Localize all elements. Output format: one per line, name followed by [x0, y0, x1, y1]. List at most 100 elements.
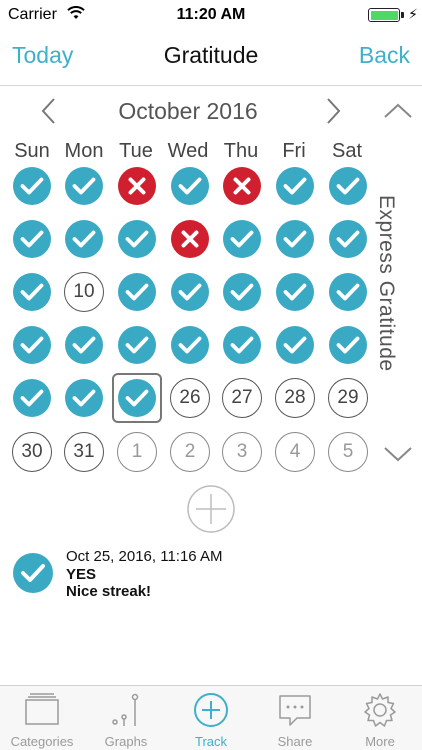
day-cell-check[interactable] [275, 272, 315, 312]
check-icon [276, 220, 314, 258]
chevron-down-icon[interactable] [382, 443, 414, 465]
check-icon [13, 379, 51, 417]
day-cell-check[interactable] [64, 166, 104, 206]
day-cell-check[interactable] [222, 272, 262, 312]
tab-share[interactable]: Share [253, 686, 337, 750]
weekday-label: Sun [14, 140, 50, 162]
check-icon [13, 273, 51, 311]
check-icon [65, 220, 103, 258]
day-cell-check[interactable] [328, 325, 368, 365]
day-cell-empty[interactable]: 3 [222, 432, 262, 472]
tab-label: Share [277, 734, 313, 749]
day-number: 27 [222, 378, 262, 418]
check-icon [276, 326, 314, 364]
day-cell-cross[interactable] [117, 166, 157, 206]
day-cell-check[interactable] [222, 325, 262, 365]
day-cell-check[interactable] [117, 219, 157, 259]
day-cell-empty[interactable]: 5 [328, 432, 368, 472]
day-cell-cross[interactable] [222, 166, 262, 206]
check-icon [329, 167, 367, 205]
day-cell-check[interactable] [275, 325, 315, 365]
check-icon [13, 220, 51, 258]
day-cell-check[interactable] [64, 219, 104, 259]
weekday-label: Thu [223, 140, 259, 162]
day-cell-empty[interactable]: 29 [328, 378, 368, 418]
tab-label: Track [194, 734, 228, 749]
express-gratitude-label[interactable]: Express Gratitude [364, 195, 398, 375]
day-cell-empty[interactable]: 30 [12, 432, 52, 472]
check-icon [223, 220, 261, 258]
calendar-grid: 10 26 27 28 29 30 31 1 2 3 4 5 [0, 166, 376, 472]
day-cell-check[interactable] [117, 325, 157, 365]
day-cell-check[interactable] [170, 272, 210, 312]
more-icon [360, 692, 400, 728]
day-cell-check[interactable] [64, 378, 104, 418]
day-cell-check[interactable] [170, 166, 210, 206]
check-icon [118, 326, 156, 364]
entry-value: YES [66, 566, 97, 583]
day-cell-empty[interactable]: 1 [117, 432, 157, 472]
day-number: 2 [170, 432, 210, 472]
day-cell-check[interactable] [328, 219, 368, 259]
weekday-header: Sun Mon Tue Wed Thu Fri Sat [0, 140, 376, 164]
entry-list-item[interactable]: Oct 25, 2016, 11:16 AM YES Nice streak! [12, 548, 412, 608]
back-button[interactable]: Back [359, 42, 410, 69]
day-cell-check[interactable] [170, 325, 210, 365]
day-number: 30 [12, 432, 52, 472]
check-icon [65, 379, 103, 417]
weekday-label: Wed [167, 140, 209, 162]
tab-track[interactable]: Track [169, 686, 253, 750]
battery-icon [368, 8, 400, 22]
day-number: 28 [275, 378, 315, 418]
next-month-button[interactable] [322, 96, 344, 126]
day-cell-empty[interactable]: 4 [275, 432, 315, 472]
check-icon [118, 220, 156, 258]
day-cell-empty[interactable]: 2 [170, 432, 210, 472]
day-cell-empty[interactable]: 27 [222, 378, 262, 418]
weekday-label: Tue [119, 140, 153, 162]
day-cell-check[interactable] [328, 166, 368, 206]
day-number: 10 [64, 272, 104, 312]
tab-more[interactable]: More [338, 686, 422, 750]
check-icon [65, 167, 103, 205]
day-cell-check[interactable] [275, 219, 315, 259]
share-icon [275, 692, 315, 728]
day-cell-check[interactable] [222, 219, 262, 259]
day-cell-cross[interactable] [170, 219, 210, 259]
battery-tip [401, 12, 404, 18]
check-icon [65, 326, 103, 364]
chevron-up-icon[interactable] [382, 100, 414, 122]
day-cell-empty[interactable]: 26 [170, 378, 210, 418]
day-cell-empty[interactable]: 28 [275, 378, 315, 418]
tab-label: More [365, 734, 395, 749]
day-number: 31 [64, 432, 104, 472]
tab-bar: Categories Graphs Track Share More [0, 685, 422, 750]
day-cell-check[interactable] [64, 325, 104, 365]
check-icon [12, 552, 54, 594]
check-icon [223, 326, 261, 364]
cross-icon [171, 220, 209, 258]
check-icon [329, 326, 367, 364]
track-icon [191, 692, 231, 728]
tab-categories[interactable]: Categories [0, 686, 84, 750]
month-title: October 2016 [118, 98, 258, 124]
check-icon [276, 167, 314, 205]
day-cell-check[interactable] [12, 325, 52, 365]
day-cell-check[interactable] [12, 272, 52, 312]
check-icon [171, 167, 209, 205]
day-cell-check[interactable] [12, 166, 52, 206]
day-cell-empty[interactable]: 10 [64, 272, 104, 312]
day-cell-check[interactable] [117, 272, 157, 312]
day-cell-check[interactable] [275, 166, 315, 206]
day-cell-check[interactable] [12, 219, 52, 259]
day-cell-check[interactable] [12, 378, 52, 418]
day-cell-empty[interactable]: 31 [64, 432, 104, 472]
check-icon [223, 273, 261, 311]
weekday-label: Sat [331, 140, 363, 162]
weekday-label: Mon [64, 140, 104, 162]
cross-icon [118, 167, 156, 205]
add-entry-button[interactable] [186, 484, 236, 534]
selected-day-frame [112, 373, 162, 423]
tab-graphs[interactable]: Graphs [84, 686, 168, 750]
day-cell-check[interactable] [328, 272, 368, 312]
